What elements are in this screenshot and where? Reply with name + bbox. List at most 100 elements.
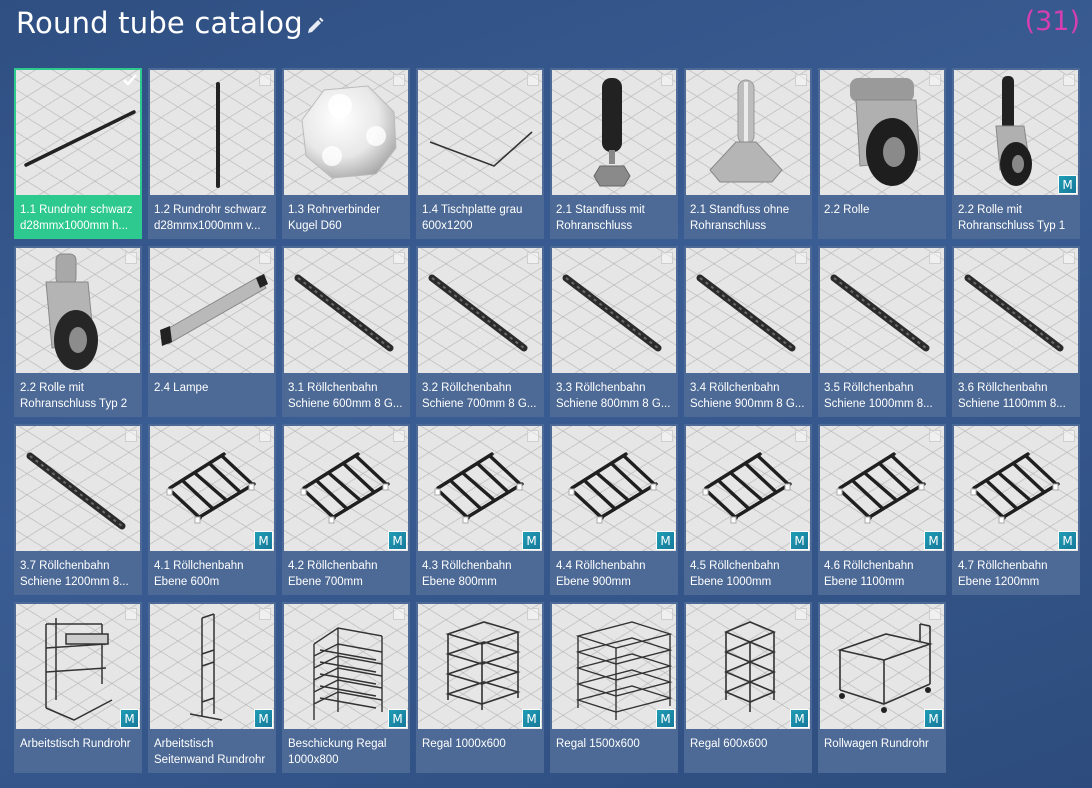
- item-label: 4.4 Röllchenbahn Ebene 900mm: [556, 560, 646, 588]
- model-badge: M: [388, 709, 407, 728]
- item-checkbox[interactable]: [1063, 252, 1075, 264]
- catalog-item[interactable]: M Rollwagen Rundrohr: [818, 602, 946, 773]
- item-checkbox[interactable]: [527, 430, 539, 442]
- item-checkbox[interactable]: [527, 608, 539, 620]
- model-badge: M: [254, 709, 273, 728]
- catalog-item[interactable]: 2.4 Lampe: [148, 246, 276, 417]
- catalog-item[interactable]: 2.1 Standfuss mit Rohranschluss: [550, 68, 678, 239]
- catalog-item[interactable]: 3.2 Röllchenbahn Schiene 700mm 8 G...: [416, 246, 544, 417]
- catalog-item[interactable]: 3.4 Röllchenbahn Schiene 900mm 8 G...: [684, 246, 812, 417]
- catalog-item[interactable]: M Arbeitstisch Rundrohr: [14, 602, 142, 773]
- roller-rail-image: [820, 248, 944, 373]
- catalog-item[interactable]: 1.3 Rohrverbinder Kugel D60: [282, 68, 410, 239]
- catalog-item[interactable]: M Regal 1000x600: [416, 602, 544, 773]
- item-checkbox[interactable]: [259, 252, 271, 264]
- item-checkbox[interactable]: [795, 74, 807, 86]
- item-checkbox[interactable]: [393, 608, 405, 620]
- item-label: 2.1 Standfuss ohne Rohranschluss: [690, 204, 790, 232]
- item-label: 1.4 Tischplatte grau 600x1200: [422, 204, 523, 232]
- item-label: 3.6 Röllchenbahn Schiene 1100mm 8...: [958, 382, 1066, 410]
- model-badge: M: [790, 531, 809, 550]
- catalog-item[interactable]: 1.4 Tischplatte grau 600x1200: [416, 68, 544, 239]
- roller-rail-image: [16, 426, 140, 551]
- catalog-item[interactable]: 2.2 Rolle: [818, 68, 946, 239]
- round-tube-image: [16, 70, 140, 195]
- roller-rail-image: [552, 248, 676, 373]
- checkmark-icon[interactable]: [122, 72, 138, 88]
- catalog-item[interactable]: 3.6 Röllchenbahn Schiene 1100mm 8...: [952, 246, 1080, 417]
- item-checkbox[interactable]: [1063, 430, 1075, 442]
- item-checkbox[interactable]: [929, 74, 941, 86]
- item-checkbox[interactable]: [661, 430, 673, 442]
- catalog-item[interactable]: M 4.4 Röllchenbahn Ebene 900mm: [550, 424, 678, 595]
- caster-image: [820, 70, 944, 195]
- item-checkbox[interactable]: [527, 74, 539, 86]
- catalog-item[interactable]: M 4.5 Röllchenbahn Ebene 1000mm: [684, 424, 812, 595]
- item-checkbox[interactable]: [929, 608, 941, 620]
- connector-ball-image: [284, 70, 408, 195]
- item-checkbox[interactable]: [527, 252, 539, 264]
- catalog-item[interactable]: 3.1 Röllchenbahn Schiene 600mm 8 G...: [282, 246, 410, 417]
- item-label: 1.3 Rohrverbinder Kugel D60: [288, 204, 381, 232]
- item-checkbox[interactable]: [929, 252, 941, 264]
- catalog-item[interactable]: M Regal 600x600: [684, 602, 812, 773]
- catalog-item[interactable]: 3.3 Röllchenbahn Schiene 800mm 8 G...: [550, 246, 678, 417]
- roller-rail-image: [418, 248, 542, 373]
- item-checkbox[interactable]: [259, 608, 271, 620]
- header: Round tube catalog (31): [0, 0, 1092, 60]
- item-checkbox[interactable]: [393, 430, 405, 442]
- item-checkbox[interactable]: [795, 608, 807, 620]
- item-checkbox[interactable]: [259, 430, 271, 442]
- item-checkbox[interactable]: [393, 74, 405, 86]
- pencil-icon[interactable]: [305, 16, 325, 36]
- catalog-item[interactable]: M 4.7 Röllchenbahn Ebene 1200mm: [952, 424, 1080, 595]
- item-label: 1.2 Rundrohr schwarz d28mmx1000mm v...: [154, 204, 267, 232]
- catalog-item[interactable]: M 4.3 Röllchenbahn Ebene 800mm: [416, 424, 544, 595]
- item-checkbox[interactable]: [661, 252, 673, 264]
- item-checkbox[interactable]: [795, 252, 807, 264]
- catalog-item[interactable]: M Arbeitstisch Seitenwand Rundrohr: [148, 602, 276, 773]
- catalog-item[interactable]: M Regal 1500x600: [550, 602, 678, 773]
- item-checkbox[interactable]: [125, 430, 137, 442]
- catalog-item[interactable]: 3.5 Röllchenbahn Schiene 1000mm 8...: [818, 246, 946, 417]
- item-label: Beschickung Regal 1000x800: [288, 738, 387, 766]
- item-label: 4.7 Röllchenbahn Ebene 1200mm: [958, 560, 1048, 588]
- model-badge: M: [388, 531, 407, 550]
- model-badge: M: [1058, 175, 1077, 194]
- round-tube-image: [150, 70, 274, 195]
- item-checkbox[interactable]: [259, 74, 271, 86]
- catalog-item[interactable]: M 4.6 Röllchenbahn Ebene 1100mm: [818, 424, 946, 595]
- item-count: (31): [1024, 6, 1080, 37]
- catalog-item[interactable]: 2.1 Standfuss ohne Rohranschluss: [684, 68, 812, 239]
- catalog-item[interactable]: M 2.2 Rolle mit Rohranschluss Typ 1: [952, 68, 1080, 239]
- item-checkbox[interactable]: [125, 608, 137, 620]
- catalog-item[interactable]: M 4.1 Röllchenbahn Ebene 600m: [148, 424, 276, 595]
- item-label: 3.3 Röllchenbahn Schiene 800mm 8 G...: [556, 382, 671, 410]
- model-badge: M: [924, 531, 943, 550]
- catalog-item[interactable]: M 4.2 Röllchenbahn Ebene 700mm: [282, 424, 410, 595]
- item-label: 4.2 Röllchenbahn Ebene 700mm: [288, 560, 378, 588]
- item-checkbox[interactable]: [1063, 74, 1075, 86]
- item-label: 4.3 Röllchenbahn Ebene 800mm: [422, 560, 512, 588]
- model-badge: M: [656, 709, 675, 728]
- item-label: 4.5 Röllchenbahn Ebene 1000mm: [690, 560, 780, 588]
- item-checkbox[interactable]: [929, 430, 941, 442]
- catalog-item[interactable]: M Beschickung Regal 1000x800: [282, 602, 410, 773]
- item-label: 2.4 Lampe: [154, 382, 209, 394]
- catalog-item[interactable]: 1.2 Rundrohr schwarz d28mmx1000mm v...: [148, 68, 276, 239]
- foot-image: [686, 70, 810, 195]
- item-checkbox[interactable]: [661, 608, 673, 620]
- model-badge: M: [1058, 531, 1077, 550]
- item-checkbox[interactable]: [125, 252, 137, 264]
- roller-rail-image: [284, 248, 408, 373]
- catalog-item[interactable]: 1.1 Rundrohr schwarz d28mmx1000mm h...: [14, 68, 142, 239]
- model-badge: M: [120, 709, 139, 728]
- item-label: Regal 1500x600: [556, 738, 640, 750]
- item-checkbox[interactable]: [795, 430, 807, 442]
- catalog-item[interactable]: 2.2 Rolle mit Rohranschluss Typ 2: [14, 246, 142, 417]
- item-checkbox[interactable]: [661, 74, 673, 86]
- table-plate-image: [418, 70, 542, 195]
- catalog-item[interactable]: 3.7 Röllchenbahn Schiene 1200mm 8...: [14, 424, 142, 595]
- model-badge: M: [924, 709, 943, 728]
- item-checkbox[interactable]: [393, 252, 405, 264]
